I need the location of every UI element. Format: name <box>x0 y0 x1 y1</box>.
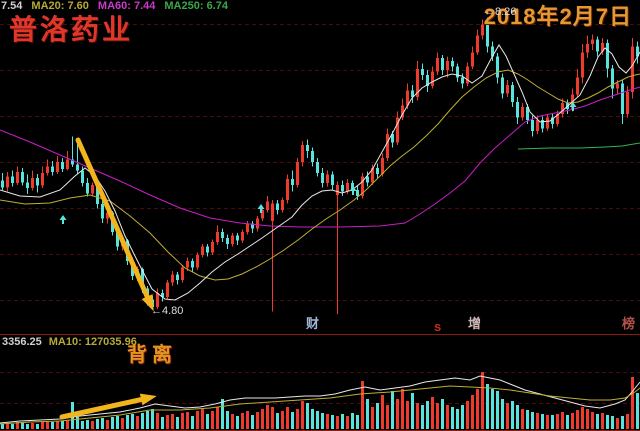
left-arrow-icon: ← <box>484 6 495 18</box>
stock-chart-window: 7.54 MA20: 7.60 MA60: 7.44 MA250: 6.74 普… <box>0 0 640 431</box>
ma-legend: 7.54 MA20: 7.60 MA60: 7.44 MA250: 6.74 <box>1 1 228 12</box>
volume-legend: 3356.25 MA10: 127035.96 <box>2 337 137 348</box>
ma60-label: MA60: 7.44 <box>98 1 155 12</box>
watermark-char: 增 <box>468 317 481 330</box>
low-price-callout: ←4.80 <box>151 306 183 317</box>
kline-volume-chart[interactable] <box>0 0 640 431</box>
volume-ma10-label: MA10: 127035.96 <box>49 337 137 348</box>
ma20-label: MA20: 7.60 <box>31 1 88 12</box>
low-price-value: 4.80 <box>162 305 183 317</box>
watermark-char: 榜 <box>622 317 635 330</box>
stock-name-title: 普洛药业 <box>9 16 133 44</box>
ma250-label: MA250: 6.74 <box>164 1 228 12</box>
divergence-annotation: 背离 <box>127 345 177 365</box>
watermark-char: s <box>434 320 441 333</box>
left-arrow-icon: ← <box>151 305 162 317</box>
watermark-char: 财 <box>306 317 319 330</box>
peak-price-value: 8.26 <box>495 6 516 18</box>
peak-price-callout: ←8.26 <box>484 7 516 18</box>
ma10-value: 7.54 <box>1 1 22 12</box>
volume-value: 3356.25 <box>2 337 42 348</box>
